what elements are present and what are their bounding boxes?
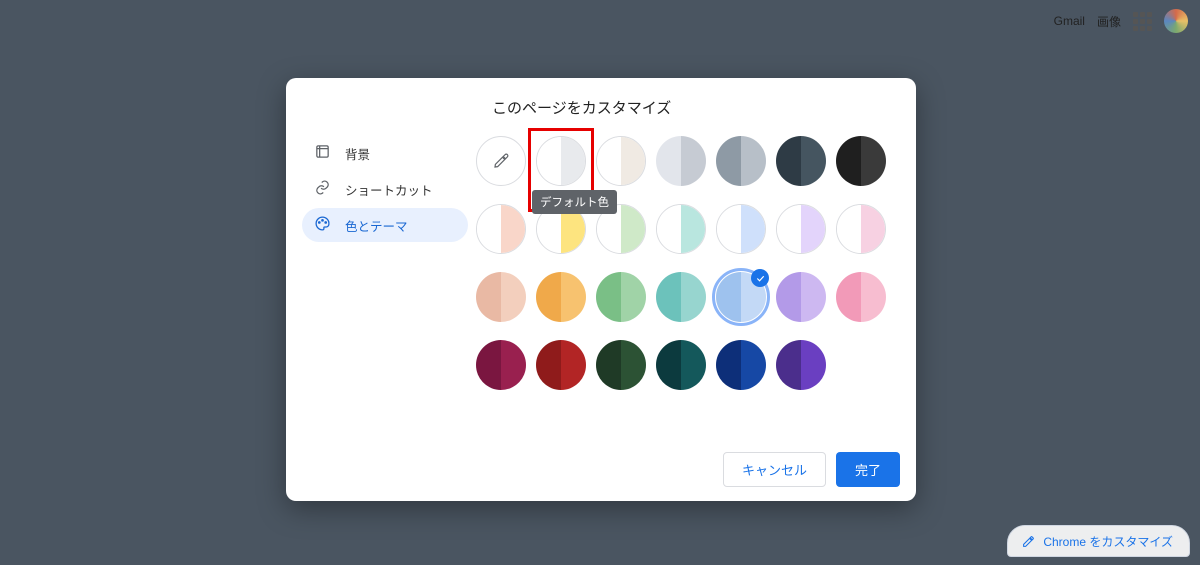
customize-dialog: このページをカスタマイズ 背景ショートカット色とテーマ デフォルト色 キャンセル… xyxy=(286,78,916,501)
color-swatch[interactable] xyxy=(776,272,826,322)
color-picker-button[interactable] xyxy=(476,136,526,186)
color-swatch[interactable] xyxy=(656,204,706,254)
color-swatch[interactable] xyxy=(716,204,766,254)
sidebar-item-shortcuts[interactable]: ショートカット xyxy=(302,172,468,206)
color-swatch[interactable] xyxy=(836,136,886,186)
color-swatch[interactable] xyxy=(596,136,646,186)
color-swatch[interactable] xyxy=(536,340,586,390)
palette-icon xyxy=(314,215,331,235)
account-avatar[interactable] xyxy=(1164,9,1188,33)
color-swatch[interactable] xyxy=(836,272,886,322)
sidebar-item-label: ショートカット xyxy=(345,180,433,199)
link-icon xyxy=(314,179,331,199)
color-swatch[interactable] xyxy=(536,136,586,186)
color-swatch[interactable] xyxy=(476,272,526,322)
color-swatch-grid xyxy=(476,136,896,390)
color-swatch[interactable] xyxy=(656,340,706,390)
sidebar-item-background[interactable]: 背景 xyxy=(302,136,468,170)
pencil-icon xyxy=(1022,535,1035,548)
color-swatch[interactable] xyxy=(716,136,766,186)
dialog-title: このページをカスタマイズ xyxy=(492,97,916,118)
done-button[interactable]: 完了 xyxy=(836,452,900,487)
color-swatch[interactable] xyxy=(836,204,886,254)
selected-check-icon xyxy=(751,269,769,287)
cancel-button[interactable]: キャンセル xyxy=(723,452,826,487)
sidebar-item-label: 色とテーマ xyxy=(345,216,408,235)
color-swatch[interactable] xyxy=(476,204,526,254)
images-link[interactable]: 画像 xyxy=(1097,13,1121,30)
color-swatch[interactable] xyxy=(656,136,706,186)
color-swatch[interactable] xyxy=(656,272,706,322)
customize-chrome-label: Chrome をカスタマイズ xyxy=(1043,533,1173,550)
apps-grid-icon[interactable] xyxy=(1133,12,1152,31)
color-swatch[interactable] xyxy=(476,340,526,390)
dialog-sidebar: 背景ショートカット色とテーマ xyxy=(286,136,476,452)
gmail-link[interactable]: Gmail xyxy=(1054,14,1085,28)
color-swatch[interactable] xyxy=(776,204,826,254)
color-swatch[interactable] xyxy=(596,340,646,390)
dialog-footer: キャンセル 完了 xyxy=(286,452,916,501)
color-grid-container: デフォルト色 xyxy=(476,136,916,452)
color-swatch[interactable] xyxy=(536,272,586,322)
eyedropper-icon xyxy=(492,152,510,170)
sidebar-item-label: 背景 xyxy=(345,144,370,163)
color-swatch[interactable] xyxy=(776,340,826,390)
swatch-tooltip: デフォルト色 xyxy=(532,190,617,214)
color-swatch[interactable] xyxy=(776,136,826,186)
image-frame-icon xyxy=(314,143,331,163)
color-swatch[interactable] xyxy=(716,272,766,322)
color-swatch[interactable] xyxy=(716,340,766,390)
page-header: Gmail 画像 xyxy=(1054,9,1188,33)
color-swatch[interactable] xyxy=(596,272,646,322)
sidebar-item-color[interactable]: 色とテーマ xyxy=(302,208,468,242)
customize-chrome-button[interactable]: Chrome をカスタマイズ xyxy=(1007,525,1190,557)
